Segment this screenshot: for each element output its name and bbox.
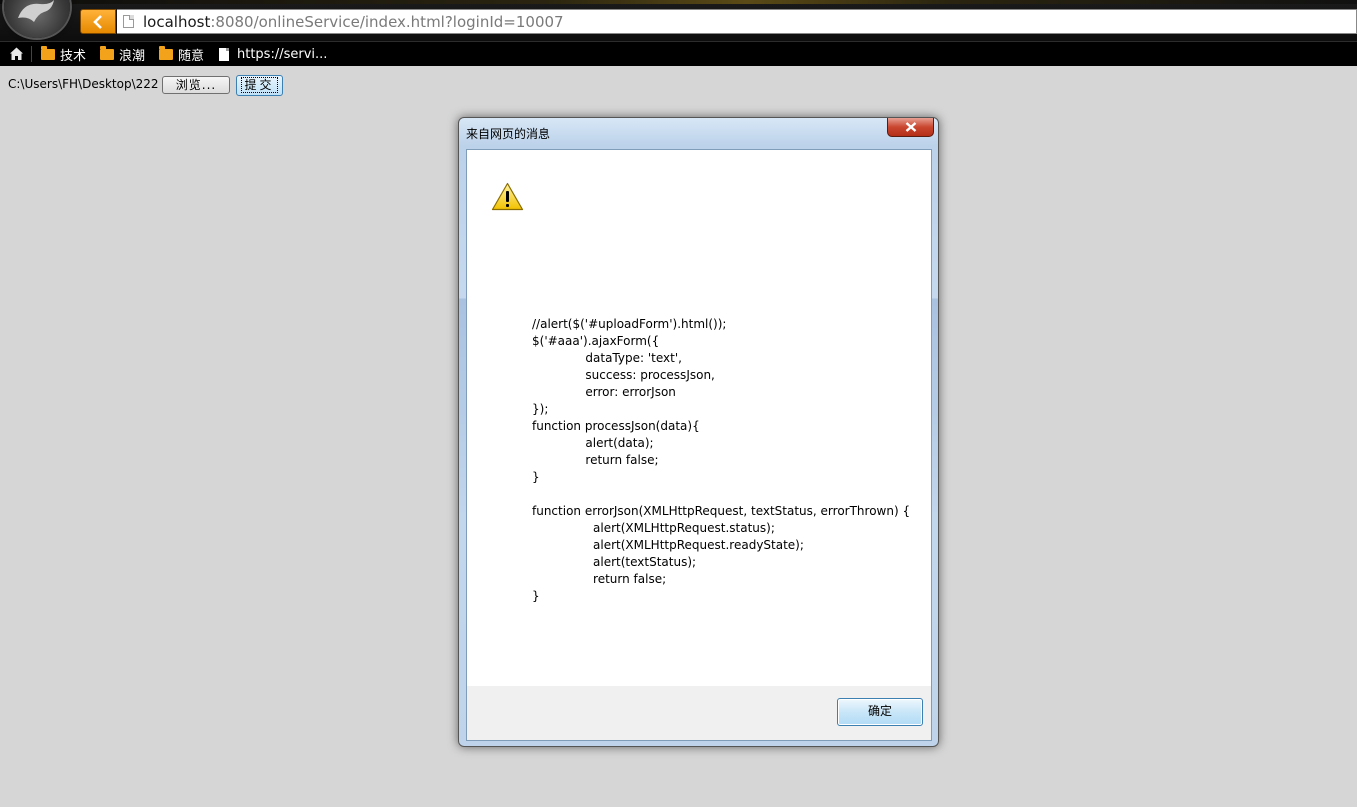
page-icon (219, 47, 229, 61)
chevron-left-icon (93, 15, 102, 29)
alert-dialog: 来自网页的消息 //alert($('#uploadForm').html())… (458, 117, 939, 747)
bookmark-label: 随意 (178, 48, 205, 64)
browse-button[interactable]: 浏览... (162, 76, 230, 94)
bookmarks-bar: 技术 浪潮 随意 https://servi... (0, 41, 1357, 66)
url-path: :8080/onlineService/index.html?loginId=1… (210, 13, 564, 31)
close-icon (905, 122, 917, 132)
close-button[interactable] (887, 118, 934, 137)
browser-logo[interactable] (4, 0, 70, 38)
bookmarks-divider (31, 46, 32, 62)
url-text[interactable]: localhost:8080/onlineService/index.html?… (143, 13, 564, 31)
bookmark-label: 技术 (60, 48, 87, 64)
bookmark-label: https://servi... (237, 46, 328, 62)
bookmark-link[interactable]: https://servi... (219, 45, 327, 63)
page-icon (123, 15, 134, 28)
browser-toolbar: localhost:8080/onlineService/index.html?… (0, 0, 1357, 41)
dialog-title: 来自网页的消息 (466, 127, 551, 141)
bookmark-label: 浪潮 (119, 48, 146, 64)
home-icon[interactable] (9, 46, 24, 61)
bookmark-folder-misc[interactable]: 随意 (159, 45, 205, 64)
bookmark-folder-tech[interactable]: 技术 (41, 45, 87, 64)
browser-logo-icon (18, 0, 54, 22)
url-host: localhost (143, 13, 211, 31)
dialog-footer: 确定 (467, 686, 931, 740)
dialog-body: //alert($('#uploadForm').html()); $('#aa… (466, 149, 932, 741)
submit-label: 提交 (241, 77, 278, 93)
back-button[interactable] (80, 9, 116, 34)
bookmark-folder-inspur[interactable]: 浪潮 (100, 45, 146, 64)
folder-icon (100, 45, 114, 60)
dialog-message: //alert($('#uploadForm').html()); $('#aa… (532, 317, 911, 603)
file-path-field[interactable]: C:\Users\FH\Desktop\222 (8, 76, 158, 93)
folder-icon (41, 45, 55, 60)
address-bar[interactable]: localhost:8080/onlineService/index.html?… (117, 9, 1357, 34)
tab-strip (0, 0, 1357, 4)
submit-button[interactable]: 提交 (236, 75, 283, 96)
warning-icon (491, 182, 524, 211)
ok-button[interactable]: 确定 (837, 698, 923, 726)
folder-icon (159, 45, 173, 60)
